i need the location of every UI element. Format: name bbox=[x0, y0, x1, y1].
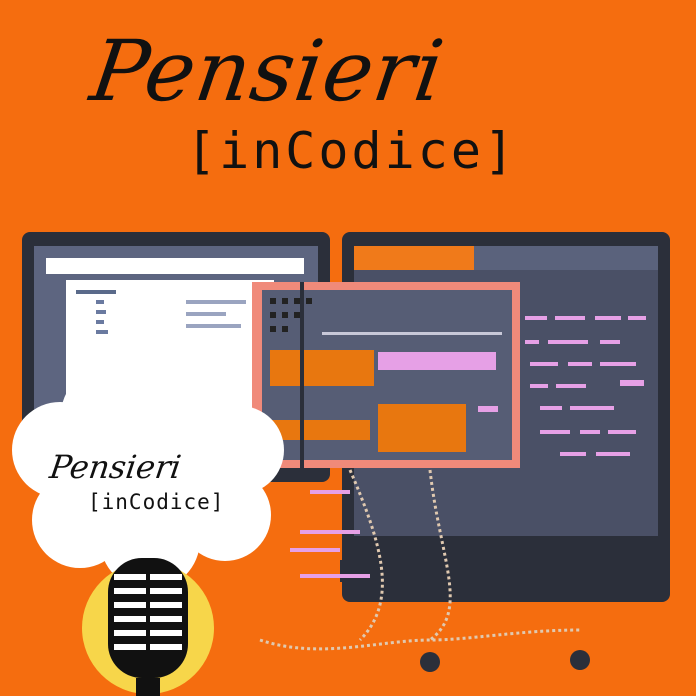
center-window-icon bbox=[252, 282, 520, 468]
logo-title-mono: [inCodice] bbox=[186, 122, 518, 180]
podcast-cover: Pensieri [inCodice] Pensieri [inCodice] bbox=[0, 0, 696, 696]
microphone-icon bbox=[82, 558, 214, 696]
logo-title-script: Pensieri bbox=[85, 22, 451, 120]
badge-title-script: Pensieri bbox=[47, 448, 184, 486]
badge-title-mono: [inCodice] bbox=[88, 490, 225, 514]
